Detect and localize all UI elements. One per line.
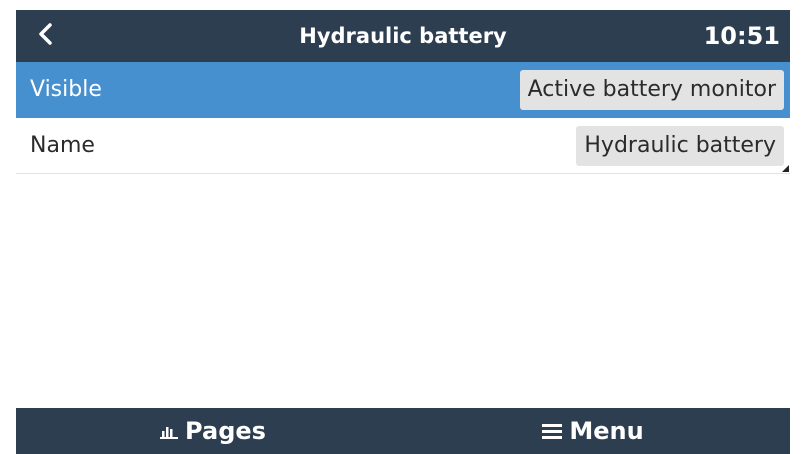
pages-label: Pages — [185, 417, 266, 445]
setting-label: Name — [30, 133, 95, 158]
bottom-bar: Pages Menu — [16, 408, 790, 454]
empty-content-area — [16, 176, 790, 408]
setting-row-visible[interactable]: Visible Active battery monitor — [16, 62, 790, 118]
device-screen: Hydraulic battery 10:51 Visible Active b… — [0, 0, 802, 454]
setting-value: Active battery monitor — [519, 70, 784, 110]
setting-label: Visible — [30, 77, 102, 102]
pages-button[interactable]: Pages — [16, 408, 410, 454]
menu-label: Menu — [569, 417, 644, 445]
page-title: Hydraulic battery — [299, 24, 507, 48]
clock-time: 10:51 — [703, 22, 780, 50]
title-bar: Hydraulic battery 10:51 — [16, 10, 790, 62]
menu-button[interactable]: Menu — [396, 408, 790, 454]
setting-value: Hydraulic battery — [576, 126, 784, 166]
bar-chart-icon — [160, 423, 179, 439]
editable-corner-icon — [782, 165, 789, 172]
hamburger-menu-icon — [542, 423, 563, 439]
setting-row-name[interactable]: Name Hydraulic battery — [16, 118, 790, 174]
